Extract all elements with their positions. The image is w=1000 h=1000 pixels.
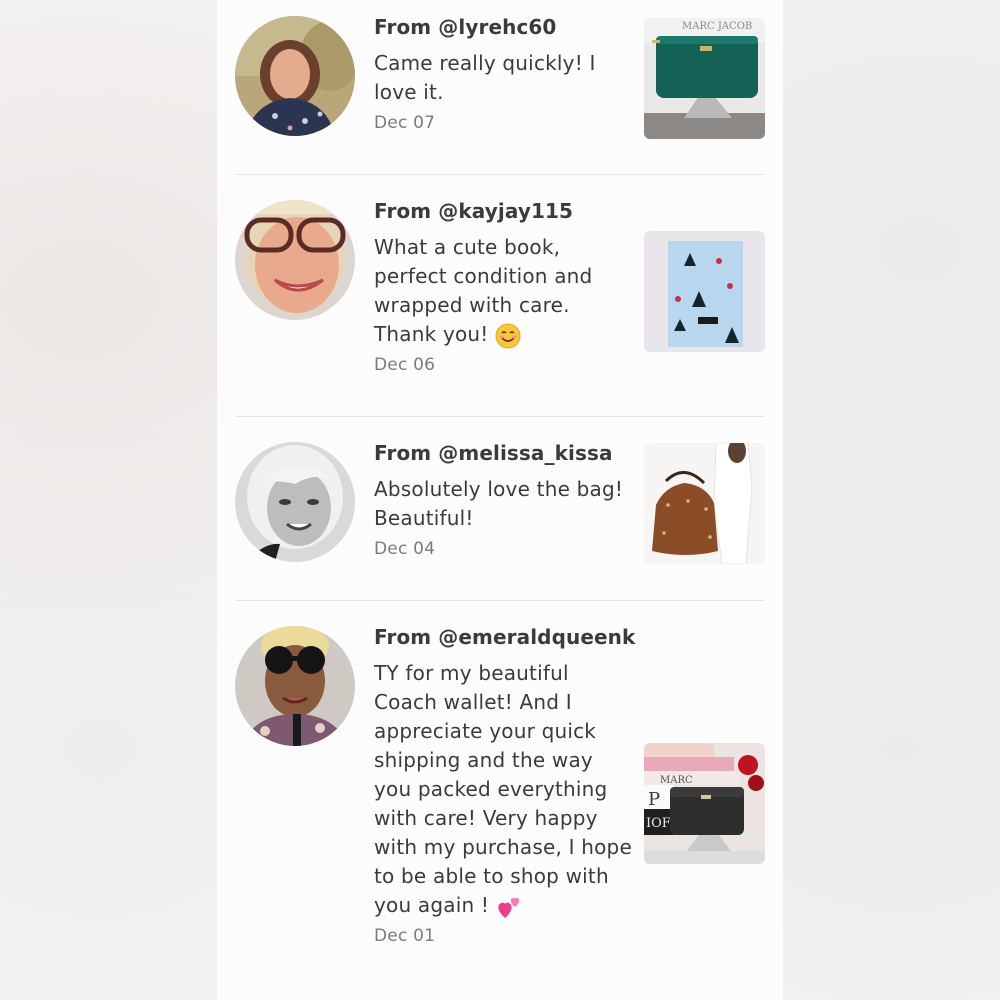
review-message-text: What a cute book, perfect condition and … — [374, 235, 593, 346]
two-hearts-icon — [498, 897, 519, 918]
reviewer-avatar[interactable] — [235, 16, 355, 136]
reviewer-username[interactable]: From @lyrehc60 — [374, 14, 634, 40]
product-thumbnail[interactable] — [644, 231, 765, 352]
reviews-panel[interactable]: From @lyrehc60 Came really quickly! I lo… — [217, 0, 783, 1000]
reviewer-username[interactable]: From @kayjay115 — [374, 198, 634, 224]
divider — [235, 600, 765, 601]
review-message: TY for my beautiful Coach wallet! And I … — [374, 659, 634, 920]
review-date: Dec 07 — [374, 113, 436, 133]
thumbnail-brand-text: MARC JACOB — [682, 21, 752, 32]
review-message: Came really quickly! I love it. — [374, 51, 596, 104]
review-date: Dec 06 — [374, 355, 436, 375]
divider — [235, 174, 765, 175]
divider — [235, 416, 765, 417]
product-thumbnail[interactable]: MARC P IOF — [644, 743, 765, 864]
reviewer-username[interactable]: From @melissa_kissa — [374, 440, 634, 466]
reviewer-avatar[interactable] — [235, 626, 355, 746]
review-message-text: TY for my beautiful Coach wallet! And I … — [374, 661, 632, 917]
review-date: Dec 01 — [374, 926, 436, 946]
thumbnail-label-text: MARC — [660, 775, 693, 786]
thumbnail-label-text: IOF — [646, 816, 671, 831]
reviewer-username[interactable]: From @emeraldqueenk — [374, 624, 635, 650]
reviewer-avatar[interactable] — [235, 442, 355, 562]
review-message: What a cute book, perfect condition and … — [374, 233, 634, 349]
thumbnail-label-text: P — [648, 789, 660, 810]
reviewer-avatar[interactable] — [235, 200, 355, 320]
product-thumbnail[interactable]: MARC JACOB — [644, 18, 765, 139]
product-thumbnail[interactable] — [644, 443, 765, 564]
smiling-face-icon — [495, 323, 521, 348]
review-date: Dec 04 — [374, 539, 436, 559]
review-message: Absolutely love the bag! Beautiful! — [374, 477, 624, 530]
